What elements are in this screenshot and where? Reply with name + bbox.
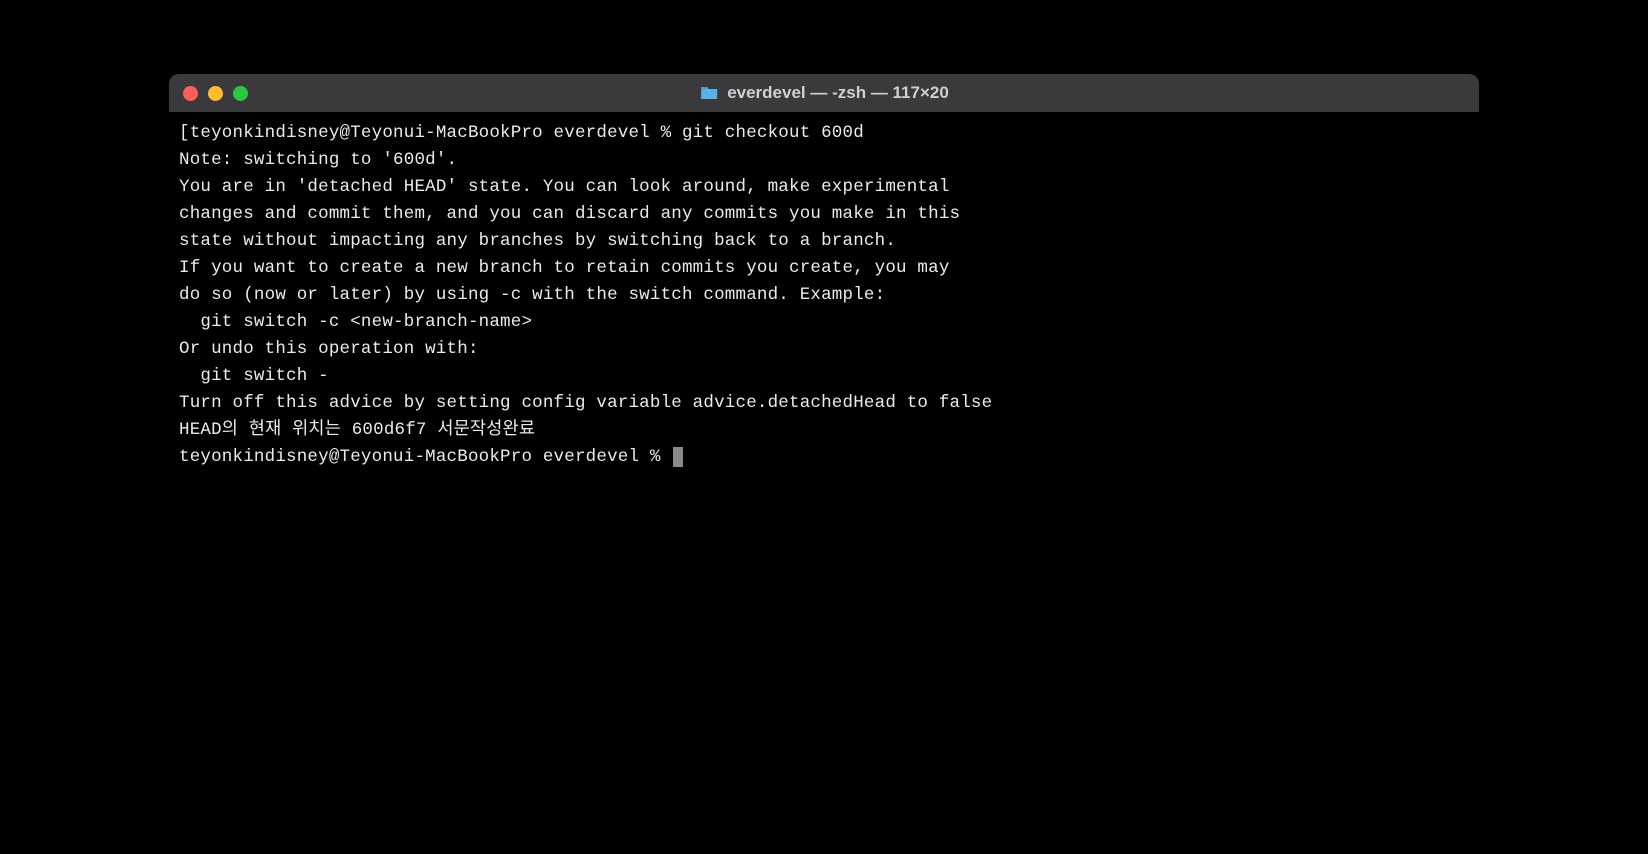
terminal-line: do so (now or later) by using -c with th…: [179, 282, 1469, 309]
terminal-line: If you want to create a new branch to re…: [179, 255, 1469, 282]
terminal-line: git switch -: [179, 363, 1469, 390]
terminal-line: git switch -c <new-branch-name>: [179, 309, 1469, 336]
terminal-prompt: teyonkindisney@Teyonui-MacBookPro everde…: [179, 447, 671, 467]
terminal-prompt-line: teyonkindisney@Teyonui-MacBookPro everde…: [179, 444, 1469, 471]
maximize-button[interactable]: [233, 86, 248, 101]
window-title-container: everdevel — -zsh — 117×20: [699, 83, 949, 103]
terminal-line: You are in 'detached HEAD' state. You ca…: [179, 174, 1469, 201]
window-title: everdevel — -zsh — 117×20: [727, 83, 949, 103]
terminal-window: everdevel — -zsh — 117×20 [teyonkindisne…: [169, 74, 1479, 652]
terminal-line: changes and commit them, and you can dis…: [179, 201, 1469, 228]
terminal-line: state without impacting any branches by …: [179, 228, 1469, 255]
terminal-body[interactable]: [teyonkindisney@Teyonui-MacBookPro everd…: [169, 112, 1479, 652]
close-button[interactable]: [183, 86, 198, 101]
traffic-lights: [183, 86, 248, 101]
title-bar[interactable]: everdevel — -zsh — 117×20: [169, 74, 1479, 112]
terminal-line: Or undo this operation with:: [179, 336, 1469, 363]
terminal-line: Note: switching to '600d'.: [179, 147, 1469, 174]
cursor: [673, 447, 683, 467]
terminal-line: HEAD의 현재 위치는 600d6f7 서문작성완료: [179, 417, 1469, 444]
folder-icon: [699, 85, 719, 101]
terminal-line: [teyonkindisney@Teyonui-MacBookPro everd…: [179, 120, 1469, 147]
terminal-line: Turn off this advice by setting config v…: [179, 390, 1469, 417]
minimize-button[interactable]: [208, 86, 223, 101]
